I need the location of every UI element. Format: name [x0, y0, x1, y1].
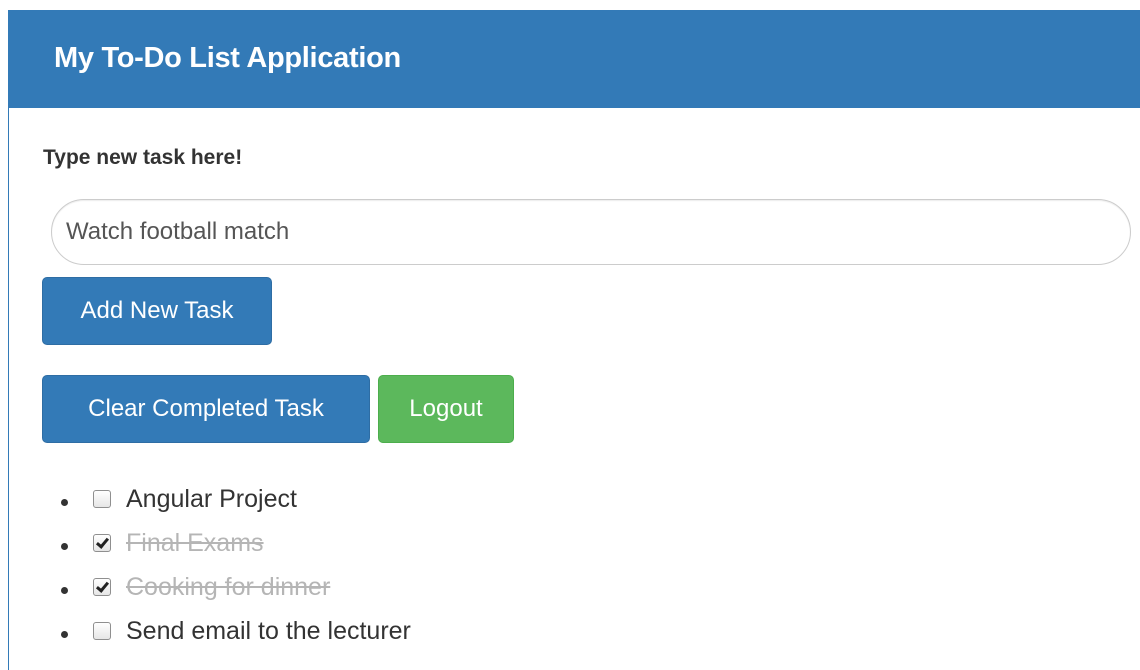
new-task-label: Type new task here! — [43, 146, 243, 169]
app-title: My To-Do List Application — [54, 42, 401, 74]
task-label: Angular Project — [126, 484, 297, 513]
task-item: Angular Project — [61, 477, 411, 521]
task-list: Angular Project Final Exams Cooking for … — [61, 477, 411, 653]
task-label: Send email to the lecturer — [126, 616, 411, 645]
new-task-input[interactable] — [51, 199, 1131, 265]
clear-completed-button[interactable]: Clear Completed Task — [42, 375, 370, 443]
task-item: Send email to the lecturer — [61, 609, 411, 653]
task-label: Final Exams — [126, 528, 264, 557]
task-label: Cooking for dinner — [126, 572, 331, 601]
todo-panel: My To-Do List Application Type new task … — [8, 10, 1140, 670]
add-task-button[interactable]: Add New Task — [42, 277, 272, 345]
task-item: Cooking for dinner — [61, 565, 411, 609]
task-checkbox[interactable] — [93, 578, 111, 596]
bullet-icon — [61, 542, 68, 550]
logout-button[interactable]: Logout — [378, 375, 514, 443]
task-checkbox[interactable] — [93, 622, 111, 640]
task-item: Final Exams — [61, 521, 411, 565]
task-checkbox[interactable] — [93, 490, 111, 508]
bullet-icon — [61, 498, 68, 506]
bullet-icon — [61, 630, 68, 638]
bullet-icon — [61, 586, 68, 594]
task-checkbox[interactable] — [93, 534, 111, 552]
panel-heading: My To-Do List Application — [9, 11, 1140, 108]
